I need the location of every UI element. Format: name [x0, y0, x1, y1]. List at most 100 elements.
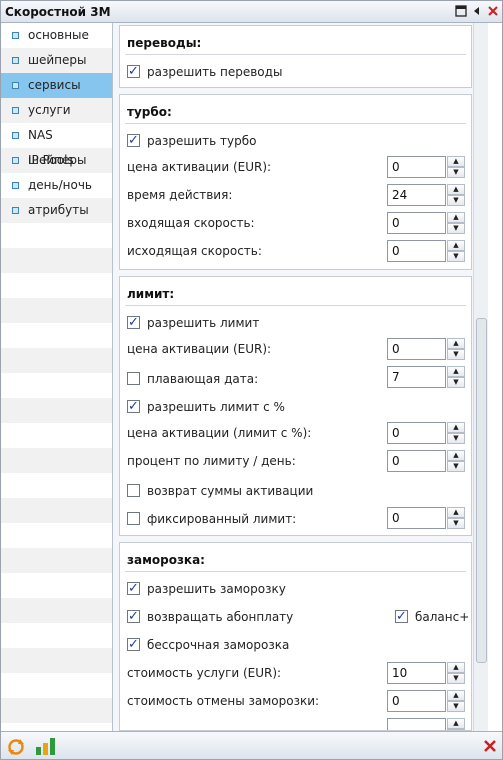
spin-up-icon[interactable]: ▲ [447, 366, 465, 377]
checkbox-label: баланс+ [415, 610, 470, 624]
freeze-cancel-cost-input[interactable]: 0 [387, 690, 446, 712]
limit-percent-per-day-label: процент по лимиту / день: [127, 454, 296, 468]
spin-up-icon[interactable]: ▲ [447, 338, 465, 349]
sidebar-item-shapers[interactable]: шейперы [1, 48, 112, 73]
turbo-in-speed-stepper[interactable]: 0 ▲ ▼ [387, 212, 466, 234]
limit-percent-per-day-stepper[interactable]: 0 ▲ ▼ [387, 450, 466, 472]
sidebar-item-label: услуги [28, 103, 71, 117]
checkbox-label: разрешить турбо [147, 134, 257, 148]
chart-icon[interactable] [35, 736, 57, 756]
spin-down-icon[interactable]: ▼ [447, 701, 465, 712]
collapse-left-icon[interactable] [469, 4, 485, 20]
bullet-icon [12, 207, 19, 214]
spin-up-icon[interactable]: ▲ [447, 507, 465, 518]
spin-up-icon[interactable]: ▲ [447, 662, 465, 673]
spin-down-icon[interactable]: ▼ [447, 433, 465, 444]
bullet-icon [12, 132, 19, 139]
divider [125, 123, 466, 124]
spin-down-icon[interactable]: ▼ [447, 461, 465, 472]
limit-price-percent-label: цена активации (лимит с %): [127, 426, 312, 440]
spin-up-icon[interactable]: ▲ [447, 450, 465, 461]
section-limit: лимит: разрешить лимит цена активации (E… [119, 276, 472, 536]
sidebar-item-day-night[interactable]: день/ночь [1, 173, 112, 198]
checkbox-label: фиксированный лимит: [147, 512, 297, 526]
limit-percent-per-day-input[interactable]: 0 [387, 450, 446, 472]
turbo-in-speed-label: входящая скорость: [127, 216, 255, 230]
spin-down-icon[interactable]: ▼ [447, 223, 465, 234]
limit-price-input[interactable]: 0 [387, 338, 446, 360]
limit-allow-row: разрешить лимит [127, 314, 427, 332]
turbo-allow-checkbox[interactable] [127, 132, 140, 150]
checkbox-label: разрешить заморозку [147, 582, 286, 596]
spin-down-icon[interactable]: ▼ [447, 673, 465, 684]
spin-down-icon[interactable]: ▼ [447, 251, 465, 262]
sidebar-item-label: шейперы [28, 53, 87, 67]
turbo-out-speed-input[interactable]: 0 [387, 240, 446, 262]
sidebar-item-services[interactable]: сервисы [1, 73, 112, 98]
limit-price-stepper[interactable]: 0 ▲ ▼ [387, 338, 466, 360]
limit-fixed-checkbox[interactable] [127, 512, 140, 525]
limit-floating-date-input[interactable]: 7 [387, 366, 446, 388]
sidebar-item-ip-pools[interactable]: IP Pools [1, 148, 112, 173]
sidebar-item-basic[interactable]: основные [1, 23, 112, 48]
transfers-allow-checkbox[interactable] [127, 63, 140, 81]
freeze-service-cost-input[interactable]: 10 [387, 662, 446, 684]
turbo-price-stepper[interactable]: 0 ▲ ▼ [387, 156, 466, 178]
divider [125, 571, 466, 572]
freeze-next-input[interactable] [387, 718, 446, 730]
scrollbar-thumb[interactable] [476, 318, 487, 663]
spin-up-icon[interactable]: ▲ [447, 212, 465, 223]
limit-allow-percent-checkbox[interactable] [127, 398, 140, 416]
spin-up-icon[interactable]: ▲ [447, 690, 465, 701]
section-title: переводы: [127, 36, 202, 50]
limit-price-percent-stepper[interactable]: 0 ▲ ▼ [387, 422, 466, 444]
turbo-duration-input[interactable]: 24 [387, 184, 446, 206]
freeze-cancel-cost-label: стоимость отмены заморозки: [127, 694, 320, 708]
checkbox-label: разрешить переводы [147, 65, 283, 79]
vertical-scrollbar[interactable] [473, 23, 488, 731]
freeze-cancel-cost-stepper[interactable]: 0 ▲ ▼ [387, 690, 466, 712]
checkbox-label: разрешить лимит [147, 316, 260, 330]
limit-fixed-input[interactable]: 0 [387, 507, 446, 529]
section-title: лимит: [127, 287, 175, 301]
freeze-balance-plus-checkbox[interactable] [395, 608, 408, 626]
sidebar-item-attributes[interactable]: атрибуты [1, 198, 112, 223]
limit-floating-date-stepper[interactable]: 7 ▲ ▼ [387, 366, 466, 388]
spin-down-icon[interactable]: ▼ [447, 518, 465, 529]
maximize-icon[interactable] [453, 4, 469, 20]
limit-allow-checkbox[interactable] [127, 314, 140, 332]
close-icon[interactable] [482, 738, 498, 754]
spin-down-icon[interactable]: ▼ [447, 167, 465, 178]
close-icon[interactable] [485, 4, 501, 20]
sidebar-item-nas-shapers[interactable]: NAS шейперы [1, 123, 112, 167]
turbo-out-speed-label: исходящая скорость: [127, 244, 262, 258]
turbo-out-speed-stepper[interactable]: 0 ▲ ▼ [387, 240, 466, 262]
window-title: Скоростной 3M [5, 5, 111, 19]
freeze-return-fee-row: возвращать абонплату [127, 608, 377, 626]
spin-up-icon[interactable]: ▲ [447, 184, 465, 195]
spin-up-icon[interactable]: ▲ [447, 718, 465, 729]
freeze-allow-checkbox[interactable] [127, 580, 140, 598]
freeze-next-stepper[interactable]: ▲ ▼ [387, 718, 466, 730]
spin-down-icon[interactable]: ▼ [447, 349, 465, 360]
sidebar-item-label: IP Pools [28, 153, 74, 167]
spin-down-icon[interactable]: ▼ [447, 195, 465, 206]
freeze-service-cost-stepper[interactable]: 10 ▲ ▼ [387, 662, 466, 684]
titlebar: Скоростной 3M [1, 1, 502, 23]
spin-down-icon[interactable]: ▼ [447, 377, 465, 388]
limit-fixed-stepper[interactable]: 0 ▲ ▼ [387, 507, 466, 529]
limit-floating-date-checkbox[interactable] [127, 372, 140, 385]
spin-up-icon[interactable]: ▲ [447, 240, 465, 251]
sidebar-item-usluги[interactable]: услуги [1, 98, 112, 123]
refresh-icon[interactable] [7, 738, 25, 756]
freeze-return-fee-checkbox[interactable] [127, 608, 140, 626]
spin-up-icon[interactable]: ▲ [447, 422, 465, 433]
turbo-price-input[interactable]: 0 [387, 156, 446, 178]
turbo-duration-stepper[interactable]: 24 ▲ ▼ [387, 184, 466, 206]
freeze-indefinite-checkbox[interactable] [127, 636, 140, 654]
limit-refund-checkbox[interactable] [127, 484, 140, 497]
spin-up-icon[interactable]: ▲ [447, 156, 465, 167]
bullet-icon [12, 82, 19, 89]
turbo-in-speed-input[interactable]: 0 [387, 212, 446, 234]
limit-price-percent-input[interactable]: 0 [387, 422, 446, 444]
